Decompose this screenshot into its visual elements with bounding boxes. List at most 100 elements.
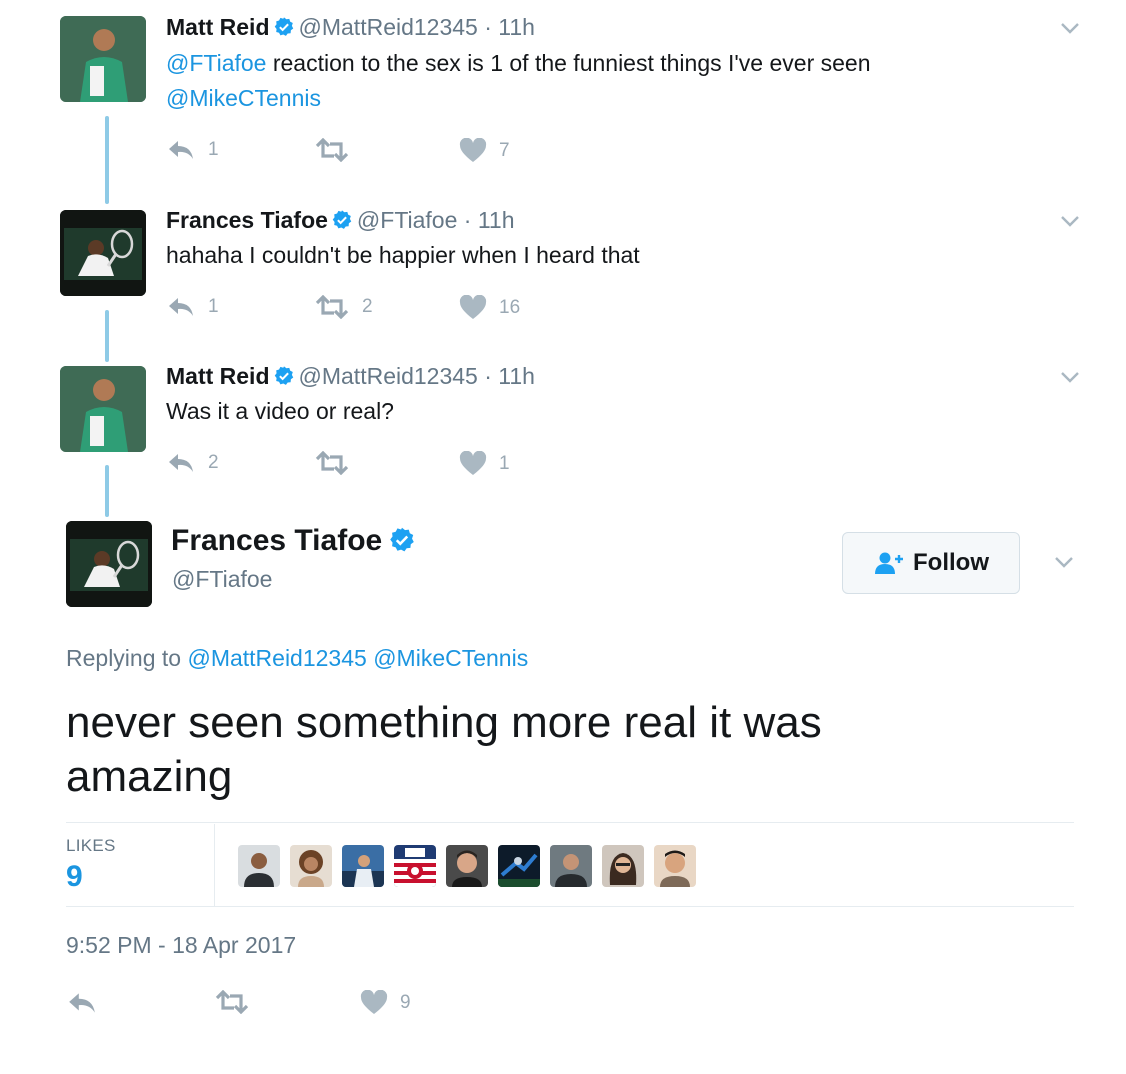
- liker-avatar[interactable]: [342, 845, 384, 887]
- verified-icon: [390, 527, 414, 552]
- liker-avatar[interactable]: [238, 845, 280, 887]
- tweet-text: @FTiafoe reaction to the sex is 1 of the…: [166, 46, 1026, 116]
- person-photo-icon: [342, 845, 384, 887]
- verified-icon: [332, 210, 352, 229]
- main-tweet-text: never seen something more real it was am…: [66, 698, 822, 801]
- chevron-down-icon[interactable]: [1052, 550, 1076, 574]
- thread-connector: [105, 310, 109, 362]
- thread-connector: [105, 465, 109, 517]
- retweet-button[interactable]: [314, 451, 362, 475]
- reply-count: 1: [208, 139, 219, 160]
- divider: [66, 822, 1074, 823]
- main-tweet-actions: 9: [66, 990, 466, 1020]
- person-photo-icon: [654, 845, 696, 887]
- reply-icon: [169, 298, 193, 316]
- retweet-icon: [315, 295, 349, 319]
- chevron-down-icon[interactable]: [1058, 365, 1082, 389]
- person-photo-icon: [290, 845, 332, 887]
- reply-count: 1: [208, 296, 219, 317]
- avatar[interactable]: [60, 210, 146, 296]
- add-user-icon: [875, 552, 903, 574]
- heart-icon: [459, 295, 487, 319]
- reply-icon: [169, 141, 193, 159]
- thread-connector: [105, 116, 109, 204]
- like-button[interactable]: 16: [459, 295, 520, 320]
- tweet-header: Frances Tiafoe @FTiafoe · 11h: [166, 207, 515, 234]
- avatar[interactable]: [60, 366, 146, 452]
- like-button[interactable]: 7: [459, 138, 510, 163]
- tweet-timestamp[interactable]: 9:52 PM - 18 Apr 2017: [66, 932, 296, 959]
- liker-avatar[interactable]: [446, 845, 488, 887]
- liker-avatar[interactable]: [290, 845, 332, 887]
- likes-count[interactable]: 9: [66, 860, 83, 894]
- heart-icon: [459, 138, 487, 162]
- replying-to: Replying to @MattReid12345 @MikeCTennis: [66, 645, 528, 672]
- retweet-button[interactable]: [314, 138, 362, 162]
- tweet-time[interactable]: · 11h: [484, 14, 535, 40]
- heart-icon: [459, 451, 487, 475]
- heart-icon: [360, 990, 388, 1014]
- main-author: Frances Tiafoe: [171, 524, 420, 558]
- chevron-down-icon[interactable]: [1058, 16, 1082, 40]
- like-count: 9: [400, 991, 411, 1013]
- likes-label: LIKES: [66, 836, 116, 855]
- divider: [66, 906, 1074, 907]
- person-photo-icon: [602, 845, 644, 887]
- user-handle[interactable]: @MattReid12345: [299, 14, 478, 40]
- frances-tiafoe-photo-icon: [60, 210, 146, 296]
- display-name[interactable]: Frances Tiafoe: [166, 207, 328, 233]
- retweet-icon: [315, 138, 349, 162]
- display-name[interactable]: Matt Reid: [166, 363, 270, 389]
- verified-icon: [274, 366, 293, 385]
- tweet-time[interactable]: · 11h: [464, 207, 515, 233]
- replying-prefix: Replying to: [66, 645, 182, 671]
- avatar[interactable]: [60, 16, 146, 102]
- person-photo-icon: [550, 845, 592, 887]
- like-button[interactable]: 1: [459, 451, 510, 476]
- liker-avatar[interactable]: [550, 845, 592, 887]
- reply-button[interactable]: 2: [166, 451, 219, 475]
- reply-button[interactable]: [66, 990, 98, 1016]
- liker-avatar[interactable]: [654, 845, 696, 887]
- person-photo-icon: [238, 845, 280, 887]
- matt-reid-photo-icon: [60, 16, 146, 102]
- matt-reid-photo-icon: [60, 366, 146, 452]
- like-count: 1: [499, 452, 510, 474]
- liker-avatar[interactable]: [602, 845, 644, 887]
- mention-link[interactable]: @MikeCTennis: [373, 645, 528, 671]
- person-photo-icon: [446, 845, 488, 887]
- reply-icon: [169, 454, 193, 472]
- reply-button[interactable]: 1: [166, 138, 219, 162]
- liker-avatar[interactable]: [498, 845, 540, 887]
- like-button[interactable]: 9: [360, 990, 411, 1015]
- tweet-body: Was it a video or real?: [166, 398, 394, 424]
- follow-label: Follow: [913, 549, 989, 576]
- verified-icon: [274, 17, 293, 36]
- mention-link[interactable]: @FTiafoe: [166, 50, 266, 76]
- usa-soccer-logo-icon: [394, 845, 436, 887]
- retweet-button[interactable]: 2: [314, 295, 373, 319]
- chevron-down-icon[interactable]: [1058, 209, 1082, 233]
- frances-tiafoe-photo-icon: [66, 521, 152, 607]
- follow-button[interactable]: Follow: [842, 532, 1020, 594]
- main-display-name[interactable]: Frances Tiafoe: [171, 524, 382, 557]
- reply-button[interactable]: 1: [166, 295, 219, 319]
- reply-count: 2: [208, 452, 219, 473]
- mention-link[interactable]: @MattReid12345: [187, 645, 366, 671]
- user-handle[interactable]: @MattReid12345: [299, 363, 478, 389]
- reply-icon: [69, 993, 95, 1013]
- tweet-time[interactable]: · 11h: [484, 363, 535, 389]
- mention-link[interactable]: @MikeCTennis: [166, 85, 321, 111]
- retweet-button[interactable]: [214, 990, 250, 1014]
- tweet-header: Matt Reid @MattReid12345 · 11h: [166, 14, 535, 41]
- display-name[interactable]: Matt Reid: [166, 14, 270, 40]
- retweet-icon: [315, 451, 349, 475]
- like-count: 16: [499, 296, 521, 318]
- user-handle[interactable]: @FTiafoe: [357, 207, 457, 233]
- main-avatar[interactable]: [66, 521, 152, 607]
- main-handle[interactable]: @FTiafoe: [172, 566, 272, 593]
- liker-avatar[interactable]: [394, 845, 436, 887]
- tweet-text: Was it a video or real?: [166, 394, 1026, 429]
- tweet-body: hahaha I couldn't be happier when I hear…: [166, 242, 640, 268]
- retweet-icon: [215, 990, 249, 1014]
